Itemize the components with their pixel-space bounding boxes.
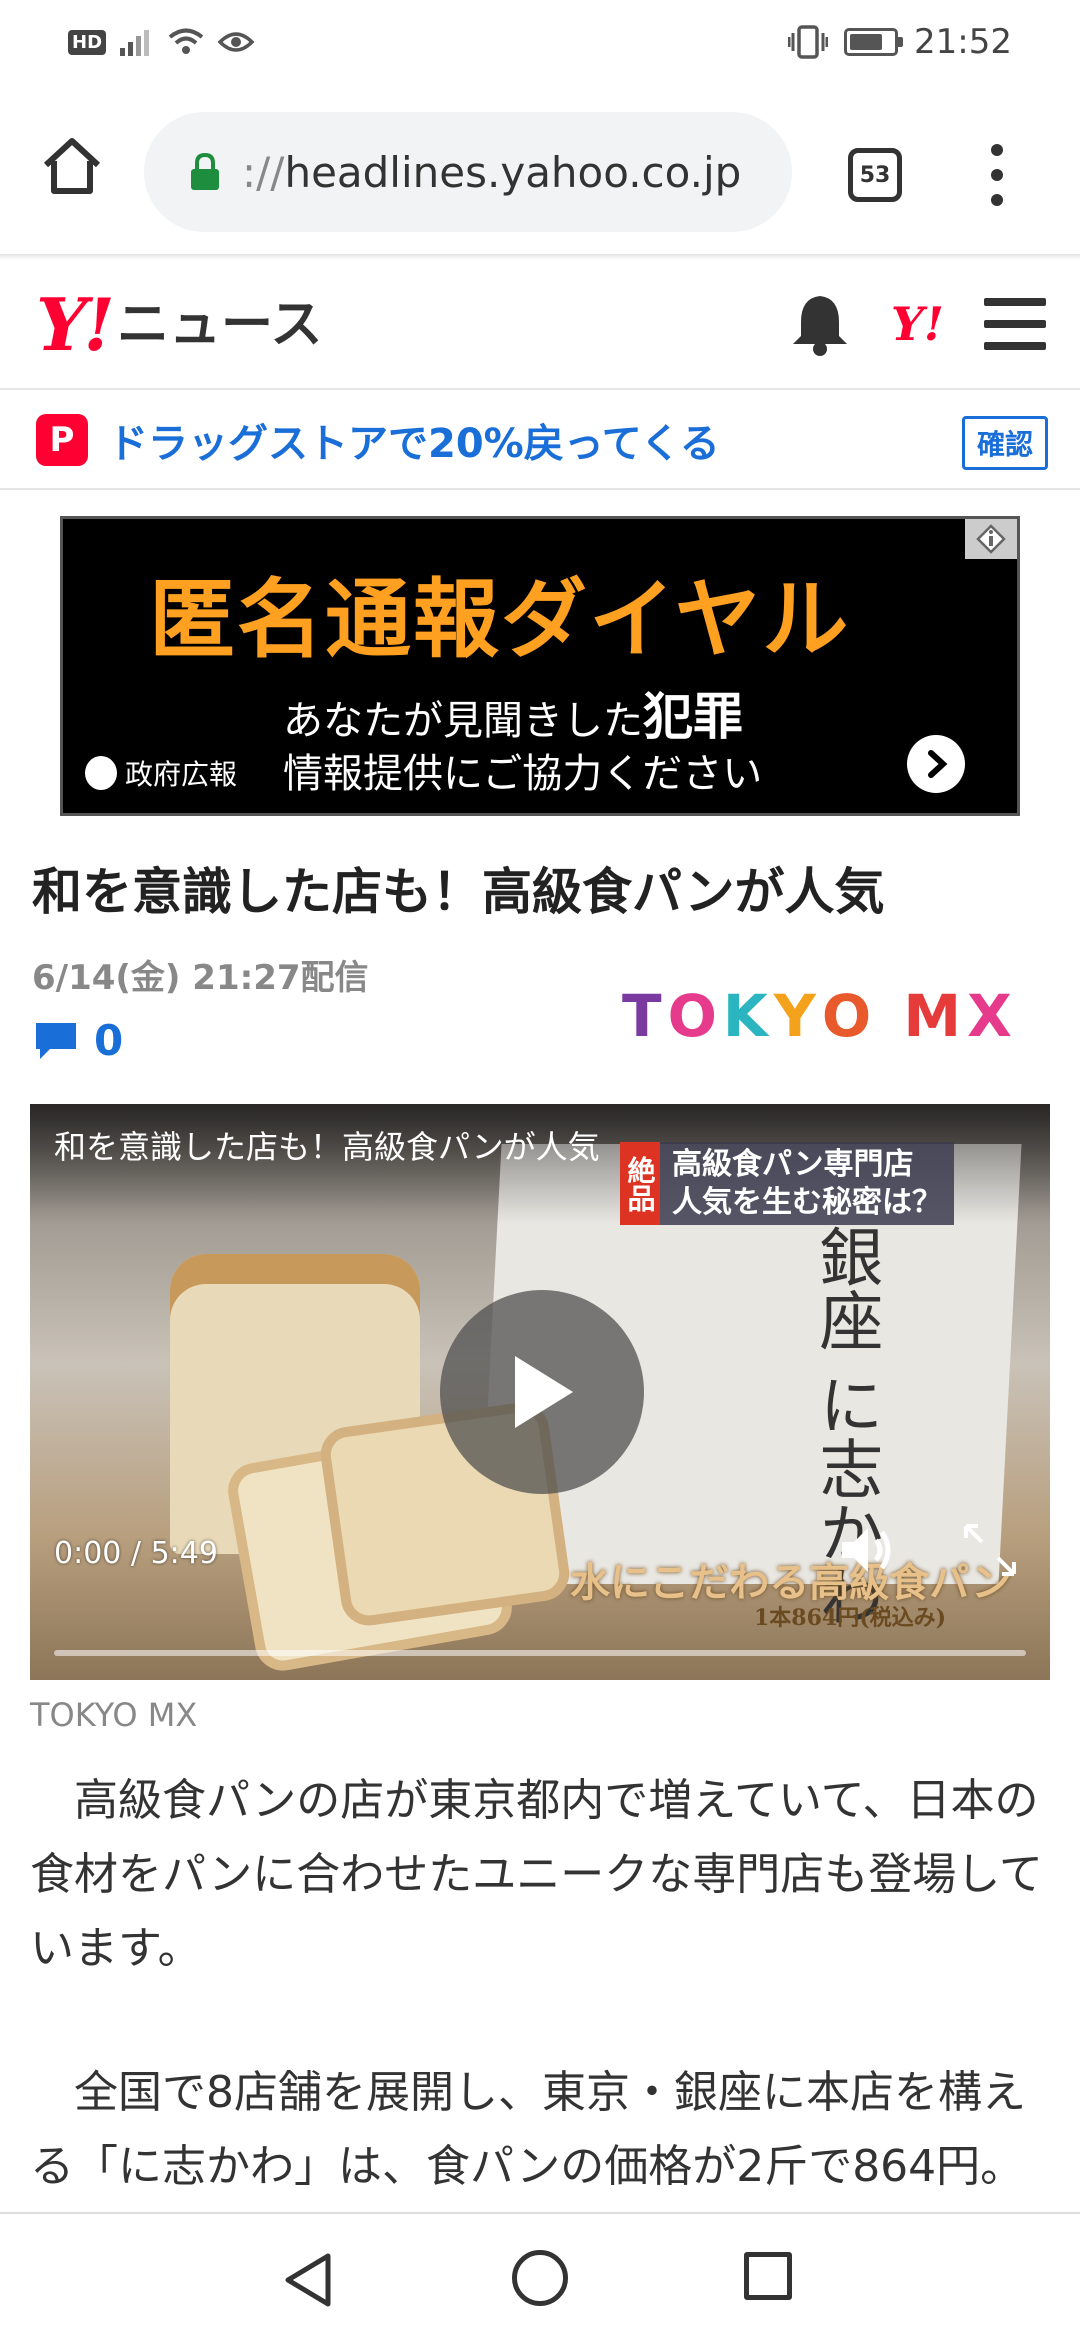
article-paragraph: 高級食パンの店が東京都内で増えていて、日本の食材をパンに合わせたユニークな専門店… <box>30 1775 1043 1974</box>
comment-link[interactable]: 0 <box>34 1016 123 1065</box>
tokyo-mx-logo-letter: M <box>903 982 968 1050</box>
fullscreen-icon[interactable] <box>962 1522 1018 1578</box>
system-nav-bar <box>0 2212 1080 2340</box>
ad-banner[interactable]: 匿名通報ダイヤル あなたが見聞きした犯罪 情報提供にご協力ください 政府広報 <box>60 516 1020 816</box>
url-scheme: :// <box>242 147 285 197</box>
wifi-icon <box>168 28 204 54</box>
video-time: 0:00 / 5:49 <box>54 1536 218 1571</box>
tokyo-mx-logo-letter: O <box>821 982 878 1050</box>
promo-banner[interactable]: P ドラッグストアで20%戻ってくる 確認 <box>0 392 1080 490</box>
home-icon <box>43 138 101 194</box>
status-bar: HD 21:52 <box>0 0 1080 90</box>
video-player[interactable]: 銀座 に志かわ 和を意識した店も！高級食パンが人気 絶品 高級食パン専門店 人気… <box>30 1104 1050 1680</box>
yahoo-news-logo[interactable]: Y! ニュース <box>36 282 322 361</box>
promo-text[interactable]: ドラッグストアで20%戻ってくる <box>108 411 720 469</box>
video-time-separator: / <box>130 1536 142 1571</box>
tokyo-mx-logo-letter: Y <box>773 982 822 1050</box>
ad-line2: 情報提供にご協力ください <box>283 751 763 797</box>
video-current-time: 0:00 <box>54 1536 122 1571</box>
tokyo-mx-logo-letter: O <box>667 982 723 1050</box>
signal-icon <box>120 30 150 56</box>
ad-sponsor: 政府広報 <box>85 753 237 793</box>
ad-headline: 匿名通報ダイヤル <box>149 570 851 670</box>
tokyo-mx-logo-letter <box>877 982 903 1050</box>
vibrate-icon <box>788 25 829 59</box>
tokyo-mx-logo[interactable]: TOKYO MX <box>622 982 1018 1050</box>
menu-icon[interactable] <box>984 298 1046 350</box>
promo-confirm-button[interactable]: 確認 <box>961 416 1048 470</box>
article-date: 6/14(金) 21:27配信 <box>32 958 369 998</box>
browser-toolbar: ://headlines.yahoo.co.jp 53 <box>0 90 1080 256</box>
status-left: HD <box>68 28 255 56</box>
yahoo-top-link[interactable]: Y! <box>891 297 944 351</box>
tab-switcher-button[interactable]: 53 <box>848 148 902 202</box>
back-icon[interactable] <box>282 2252 334 2308</box>
video-price-text: 1本864円(税込み) <box>754 1605 947 1631</box>
bell-icon[interactable] <box>789 292 851 356</box>
battery-icon <box>844 28 904 56</box>
video-credit: TOKYO MX <box>30 1696 198 1734</box>
eye-icon <box>218 32 255 52</box>
video-caption-line2: 人気を生む秘密は？ <box>672 1184 942 1220</box>
video-caption-tag: 絶品 <box>620 1142 660 1225</box>
nav-home-icon[interactable] <box>512 2250 568 2306</box>
government-logo-icon <box>85 756 117 790</box>
overflow-menu-button[interactable] <box>982 144 1012 206</box>
video-duration: 5:49 <box>150 1536 218 1571</box>
comment-icon <box>36 1022 76 1059</box>
ad-info-icon[interactable] <box>965 519 1017 559</box>
video-caption: 絶品 高級食パン専門店 人気を生む秘密は？ <box>620 1142 954 1225</box>
ad-line1-prefix: あなたが見聞きした <box>283 698 643 744</box>
header-icons: Y! <box>789 292 1046 356</box>
ad-sponsor-label: 政府広報 <box>125 758 238 791</box>
play-button[interactable] <box>440 1290 644 1494</box>
lock-icon <box>191 153 219 190</box>
ad-arrow-icon[interactable] <box>907 735 965 793</box>
paypay-icon: P <box>36 414 88 466</box>
url-host: headlines.yahoo.co.jp <box>284 147 742 197</box>
home-button[interactable] <box>38 132 106 200</box>
video-caption-line1: 高級食パン専門店 <box>672 1147 914 1182</box>
site-header: Y! ニュース Y! <box>0 260 1080 390</box>
hd-badge: HD <box>68 29 107 55</box>
status-time: 21:52 <box>914 22 1012 62</box>
news-logo-text: ニュース <box>117 295 323 355</box>
article-title: 和を意識した店も！高級食パンが人気 <box>32 863 885 921</box>
tokyo-mx-logo-letter: T <box>622 982 668 1050</box>
tokyo-mx-logo-letter: K <box>722 982 774 1050</box>
ad-line1: あなたが見聞きした犯罪 <box>283 677 743 749</box>
url-bar[interactable]: ://headlines.yahoo.co.jp <box>144 112 792 232</box>
ad-line1-emphasis: 犯罪 <box>643 688 743 746</box>
video-title: 和を意識した店も！高級食パンが人気 <box>54 1128 600 1166</box>
tokyo-mx-logo-letter: X <box>967 982 1018 1050</box>
url-text: ://headlines.yahoo.co.jp <box>242 148 741 197</box>
video-progress-bar[interactable] <box>54 1650 1026 1656</box>
play-icon <box>515 1356 573 1428</box>
recent-apps-icon[interactable] <box>744 2252 792 2300</box>
volume-icon[interactable] <box>836 1520 896 1580</box>
status-right: 21:52 <box>788 22 1012 62</box>
article-paragraph: 全国で8店舗を展開し、東京・銀座に本店を構える「に志かわ」は、食パンの価格が2斤… <box>30 2067 1026 2192</box>
comment-count: 0 <box>94 1016 124 1065</box>
yahoo-logo-mark: Y! <box>36 282 115 367</box>
